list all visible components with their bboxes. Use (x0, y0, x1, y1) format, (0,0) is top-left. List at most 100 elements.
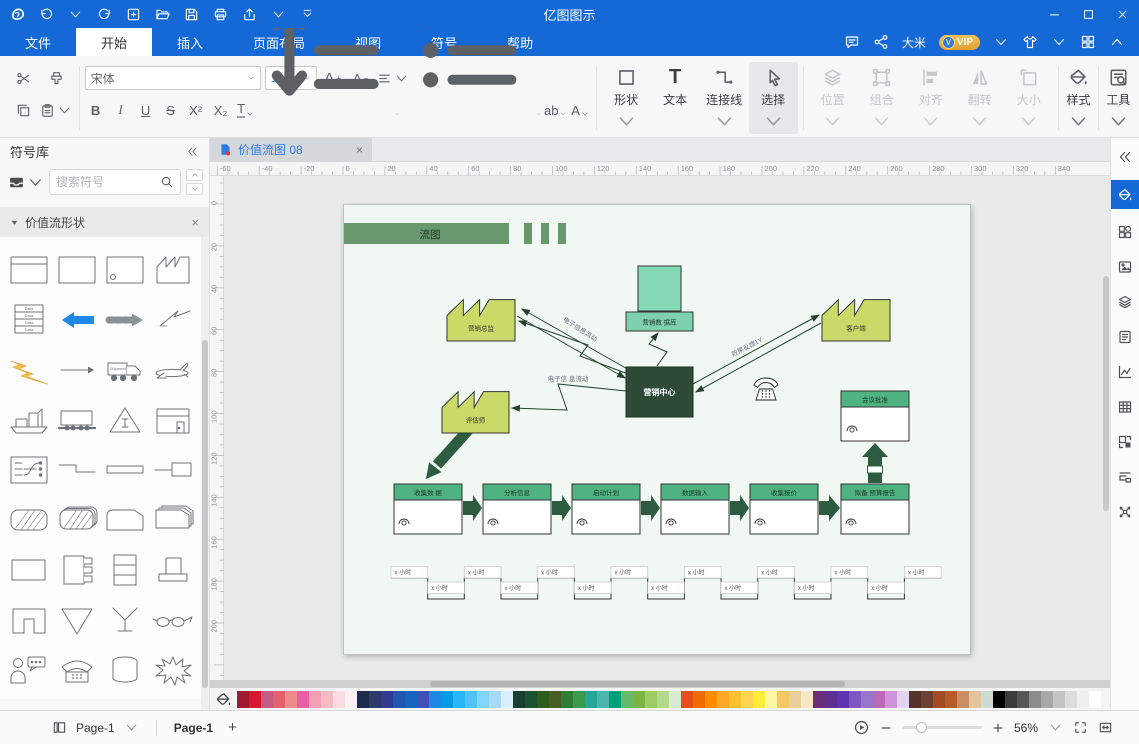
panel-scrollbar[interactable] (201, 237, 209, 710)
color-swatch[interactable] (873, 690, 885, 708)
pages-icon[interactable] (52, 720, 67, 735)
color-swatch[interactable] (417, 690, 429, 708)
shape-box-marker[interactable] (101, 245, 149, 295)
palette-bucket-icon[interactable] (215, 691, 232, 708)
share-icon[interactable] (873, 34, 889, 50)
zoom-in-icon[interactable] (992, 722, 1004, 734)
shape-person-chat[interactable] (5, 645, 53, 695)
color-swatch[interactable] (1029, 690, 1041, 708)
color-swatch[interactable] (981, 690, 993, 708)
scroll-down-button[interactable] (186, 183, 203, 195)
shape-arrow-thin[interactable] (53, 345, 101, 395)
print-icon[interactable] (213, 7, 228, 22)
shape-clip-d[interactable] (149, 695, 197, 699)
sidebar-layers-button[interactable] (1111, 290, 1139, 314)
color-swatch[interactable] (609, 690, 621, 708)
undo-caret-icon[interactable] (68, 7, 83, 22)
superscript-button[interactable]: X² (185, 98, 207, 120)
color-swatch[interactable] (513, 690, 525, 708)
tab-insert[interactable]: 插入 (152, 28, 228, 56)
shape-factory[interactable] (149, 245, 197, 295)
color-swatch[interactable] (801, 690, 813, 708)
collapse-panel-icon[interactable] (186, 145, 199, 158)
page-selector[interactable]: Page-1 (76, 721, 115, 735)
strikethrough-button[interactable]: S (160, 98, 182, 120)
color-swatch[interactable] (585, 690, 597, 708)
zoom-slider-thumb[interactable] (915, 722, 927, 733)
color-swatch[interactable] (237, 690, 249, 708)
color-swatch[interactable] (765, 690, 777, 708)
expand-right-panel-button[interactable] (1111, 145, 1139, 169)
copy-button[interactable] (11, 98, 35, 122)
fit-page-icon[interactable] (1098, 720, 1113, 735)
color-swatch[interactable] (309, 690, 321, 708)
color-swatch[interactable] (837, 690, 849, 708)
shape-step-line[interactable] (53, 445, 101, 495)
maximize-button[interactable] (1071, 0, 1105, 28)
color-swatch[interactable] (345, 690, 357, 708)
color-swatch[interactable] (777, 690, 789, 708)
add-page-button[interactable]: + (228, 719, 237, 736)
color-swatch[interactable] (381, 690, 393, 708)
color-swatch[interactable] (825, 690, 837, 708)
more-chevron-icon[interactable] (300, 7, 315, 22)
vip-caret-icon[interactable] (993, 34, 1009, 50)
shape-ship[interactable] (5, 395, 53, 445)
color-swatch[interactable] (633, 690, 645, 708)
color-swatch[interactable] (525, 690, 537, 708)
sidebar-anchor-points-button[interactable] (1111, 500, 1139, 524)
bold-button[interactable]: B (85, 98, 107, 120)
选择-button[interactable]: 选择 (748, 62, 798, 134)
shape-burst[interactable] (149, 645, 197, 695)
color-swatch[interactable] (429, 690, 441, 708)
shape-pedestal[interactable] (149, 545, 197, 595)
page-selector-caret-icon[interactable] (124, 720, 139, 735)
shape-warehouse[interactable] (149, 395, 197, 445)
color-swatch[interactable] (261, 690, 273, 708)
color-swatch[interactable] (249, 690, 261, 708)
color-swatch[interactable] (645, 690, 657, 708)
sidebar-notes-button[interactable] (1111, 325, 1139, 349)
color-swatch[interactable] (285, 690, 297, 708)
shape-round-stack[interactable] (149, 495, 197, 545)
tools-button[interactable]: 工具 (1104, 62, 1133, 134)
color-swatch[interactable] (1077, 690, 1089, 708)
连接线-button[interactable]: 连接线 (700, 62, 749, 134)
shape-glasses[interactable] (149, 595, 197, 645)
scroll-up-button[interactable] (186, 169, 203, 181)
color-swatch[interactable] (717, 690, 729, 708)
color-swatch[interactable] (441, 690, 453, 708)
color-swatch[interactable] (741, 690, 753, 708)
shape-clip-a[interactable] (5, 695, 53, 699)
color-swatch[interactable] (909, 690, 921, 708)
sidebar-components-button[interactable] (1111, 220, 1139, 244)
color-swatch[interactable] (789, 690, 801, 708)
shape-flat-bar[interactable] (101, 445, 149, 495)
theme-caret-icon[interactable] (1051, 34, 1067, 50)
theme-icon[interactable] (1022, 34, 1038, 50)
style-button[interactable]: 样式 (1064, 62, 1093, 134)
color-swatch[interactable] (1041, 690, 1053, 708)
文本-button[interactable]: T 文本 (651, 62, 700, 134)
color-swatch[interactable] (669, 690, 681, 708)
canvas-horizontal-scrollbar[interactable] (210, 680, 1110, 688)
color-swatch[interactable] (969, 690, 981, 708)
font-family-select[interactable]: 宋体 (84, 66, 261, 90)
apps-icon[interactable] (1080, 34, 1096, 50)
close-section-icon[interactable]: × (191, 215, 199, 230)
shape-triangle-i[interactable] (101, 395, 149, 445)
text-style-button[interactable]: T (235, 98, 257, 120)
shape-airplane[interactable] (149, 345, 197, 395)
color-swatch[interactable] (1065, 690, 1077, 708)
shape-clip-b[interactable] (53, 695, 101, 699)
sidebar-fill-style-button[interactable] (1110, 180, 1139, 209)
color-swatch[interactable] (453, 690, 465, 708)
color-swatch[interactable] (933, 690, 945, 708)
shape-rect-rows[interactable] (101, 545, 149, 595)
color-swatch[interactable] (813, 690, 825, 708)
collapse-ribbon-icon[interactable] (1109, 34, 1125, 50)
color-swatch[interactable] (477, 690, 489, 708)
color-swatch[interactable] (297, 690, 309, 708)
color-swatch[interactable] (993, 690, 1005, 708)
cut-button[interactable] (11, 66, 35, 90)
